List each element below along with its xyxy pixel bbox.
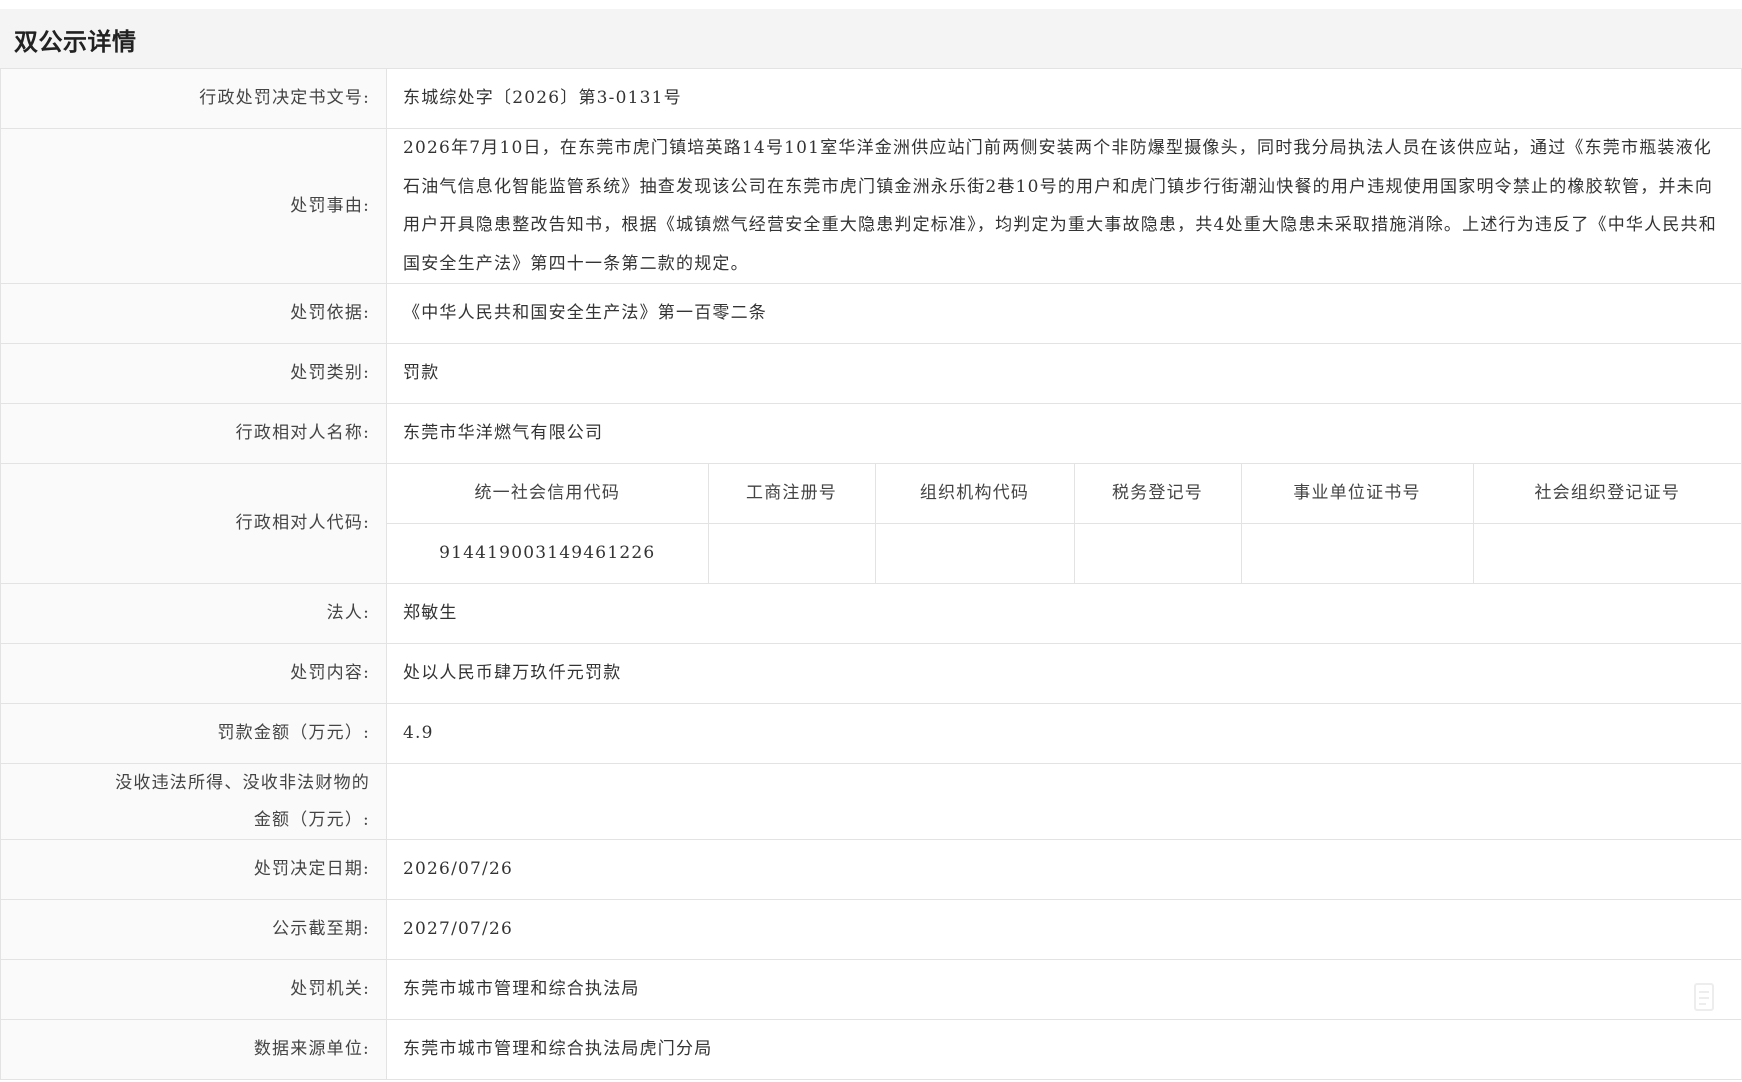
value-data-source: 东莞市城市管理和综合执法局虎门分局 (386, 1019, 1742, 1080)
row-confiscation: 没收违法所得、没收非法财物的 金额（万元）: (0, 763, 1742, 840)
label-data-source: 数据来源单位: (0, 1019, 387, 1080)
detail-table: 行政处罚决定书文号: 东城综处字〔2026〕第3-0131号 处罚事由: 202… (0, 68, 1742, 1080)
code-value-institution (1241, 523, 1474, 583)
code-value-social-org (1473, 524, 1741, 584)
label-basis: 处罚依据: (0, 283, 387, 344)
label-confiscation: 没收违法所得、没收非法财物的 金额（万元）: (0, 763, 387, 840)
label-authority: 处罚机关: (0, 959, 387, 1020)
code-header-org: 组织机构代码 (875, 464, 1075, 524)
value-reason: 2026年7月10日，在东莞市虎门镇培英路14号101室华洋金洲供应站门前两侧安… (386, 128, 1742, 284)
row-basis: 处罚依据: 《中华人民共和国安全生产法》第一百零二条 (0, 283, 1742, 344)
value-party-name: 东莞市华洋燃气有限公司 (386, 403, 1742, 464)
row-content: 处罚内容: 处以人民币肆万玖仟元罚款 (0, 643, 1742, 704)
label-party-name: 行政相对人名称: (0, 403, 387, 464)
page: 双公示详情 行政处罚决定书文号: 东城综处字〔2026〕第3-0131号 处罚事… (0, 0, 1742, 1082)
value-basis: 《中华人民共和国安全生产法》第一百零二条 (386, 283, 1742, 344)
row-party-code: 行政相对人代码: 统一社会信用代码 工商注册号 组织机构代码 税务登记号 事业单… (0, 463, 1742, 584)
label-reason: 处罚事由: (0, 128, 387, 284)
value-party-code: 统一社会信用代码 工商注册号 组织机构代码 税务登记号 事业单位证书号 社会组织… (386, 463, 1742, 584)
code-header-tax: 税务登记号 (1074, 464, 1242, 524)
label-publicity-end: 公示截至期: (0, 899, 387, 960)
page-title: 双公示详情 (14, 28, 137, 56)
row-publicity-end: 公示截至期: 2027/07/26 (0, 899, 1742, 960)
label-confiscation-line1: 没收违法所得、没收非法财物的 (115, 772, 370, 793)
value-confiscation (386, 763, 1742, 840)
code-header-business-reg: 工商注册号 (708, 464, 876, 524)
row-party-name: 行政相对人名称: 东莞市华洋燃气有限公司 (0, 403, 1742, 464)
code-value-tax (1074, 523, 1242, 583)
code-value-credit: 914419003149461226 (387, 523, 709, 583)
label-party-code: 行政相对人代码: (0, 463, 387, 584)
label-category: 处罚类别: (0, 343, 387, 404)
value-doc-no: 东城综处字〔2026〕第3-0131号 (386, 68, 1742, 129)
label-doc-no: 行政处罚决定书文号: (0, 68, 387, 129)
party-code-header-row: 统一社会信用代码 工商注册号 组织机构代码 税务登记号 事业单位证书号 社会组织… (387, 464, 1741, 524)
row-legal-person: 法人: 郑敏生 (0, 583, 1742, 644)
row-data-source: 数据来源单位: 东莞市城市管理和综合执法局虎门分局 (0, 1019, 1742, 1080)
header-bar: 双公示详情 (0, 9, 1742, 69)
value-fine: 4.9 (386, 703, 1742, 764)
row-authority: 处罚机关: 东莞市城市管理和综合执法局 (0, 959, 1742, 1020)
code-header-social-org: 社会组织登记证号 (1473, 464, 1741, 524)
row-decision-date: 处罚决定日期: 2026/07/26 (0, 839, 1742, 900)
code-header-institution: 事业单位证书号 (1241, 464, 1474, 524)
watermark-icon (1694, 983, 1714, 1011)
row-fine: 罚款金额（万元）: 4.9 (0, 703, 1742, 764)
row-reason: 处罚事由: 2026年7月10日，在东莞市虎门镇培英路14号101室华洋金洲供应… (0, 128, 1742, 284)
row-doc-no: 行政处罚决定书文号: 东城综处字〔2026〕第3-0131号 (0, 68, 1742, 129)
value-legal-person: 郑敏生 (386, 583, 1742, 644)
value-category: 罚款 (386, 343, 1742, 404)
label-fine: 罚款金额（万元）: (0, 703, 387, 764)
code-header-credit: 统一社会信用代码 (387, 464, 709, 524)
row-category: 处罚类别: 罚款 (0, 343, 1742, 404)
code-value-org (875, 523, 1075, 583)
code-value-business-reg (708, 523, 876, 583)
label-legal-person: 法人: (0, 583, 387, 644)
label-content: 处罚内容: (0, 643, 387, 704)
party-code-table: 统一社会信用代码 工商注册号 组织机构代码 税务登记号 事业单位证书号 社会组织… (387, 464, 1741, 583)
value-decision-date: 2026/07/26 (386, 839, 1742, 900)
label-decision-date: 处罚决定日期: (0, 839, 387, 900)
value-content: 处以人民币肆万玖仟元罚款 (386, 643, 1742, 704)
value-publicity-end: 2027/07/26 (386, 899, 1742, 960)
label-confiscation-line2: 金额（万元）: (253, 809, 370, 830)
value-authority: 东莞市城市管理和综合执法局 (386, 959, 1742, 1020)
party-code-value-row: 914419003149461226 (387, 523, 1741, 584)
